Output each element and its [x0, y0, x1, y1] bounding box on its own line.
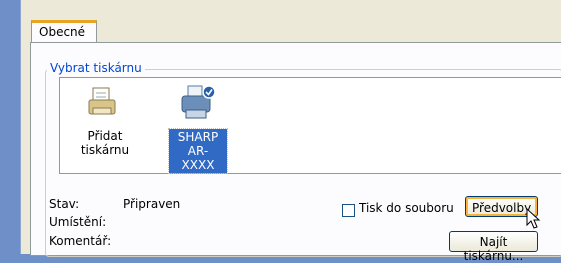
- groupbox-title: Vybrat tiskárnu: [47, 61, 145, 75]
- status-label: Stav:: [49, 197, 80, 211]
- add-printer-label: Přidat tiskárnu: [80, 129, 130, 157]
- sharp-printer-label-line2: AR-XXXX: [181, 144, 215, 172]
- find-printer-button[interactable]: Najít tiskárnu...: [449, 231, 538, 263]
- tab-general[interactable]: Obecné: [31, 20, 97, 42]
- printer-icon: [164, 84, 232, 124]
- printer-list[interactable]: Přidat tiskárnu SHARP AR-XXXX: [59, 77, 561, 174]
- print-to-file-checkbox[interactable]: [342, 204, 355, 217]
- status-value: Připraven: [123, 197, 181, 211]
- location-label: Umístění:: [49, 215, 107, 229]
- print-to-file-label[interactable]: Tisk do souboru: [359, 201, 454, 215]
- comment-label: Komentář:: [49, 234, 112, 248]
- sharp-printer-label: SHARP AR-XXXX: [168, 128, 228, 174]
- sharp-printer-label-line1: SHARP: [177, 130, 219, 144]
- mouse-pointer-icon: [526, 207, 542, 233]
- tab-bar: Obecné: [31, 18, 561, 43]
- add-printer-icon: [64, 84, 146, 124]
- list-item-add-printer[interactable]: Přidat tiskárnu: [64, 84, 146, 157]
- list-item-sharp-printer[interactable]: SHARP AR-XXXX: [164, 84, 232, 174]
